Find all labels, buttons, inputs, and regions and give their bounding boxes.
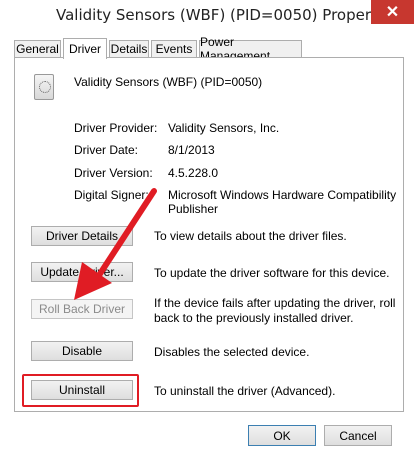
arrow-shaft	[91, 188, 157, 286]
tab-driver[interactable]: Driver	[63, 38, 107, 59]
red-arrow-annotation	[74, 188, 157, 300]
cancel-button[interactable]: Cancel	[324, 425, 392, 446]
ok-button[interactable]: OK	[248, 425, 316, 446]
